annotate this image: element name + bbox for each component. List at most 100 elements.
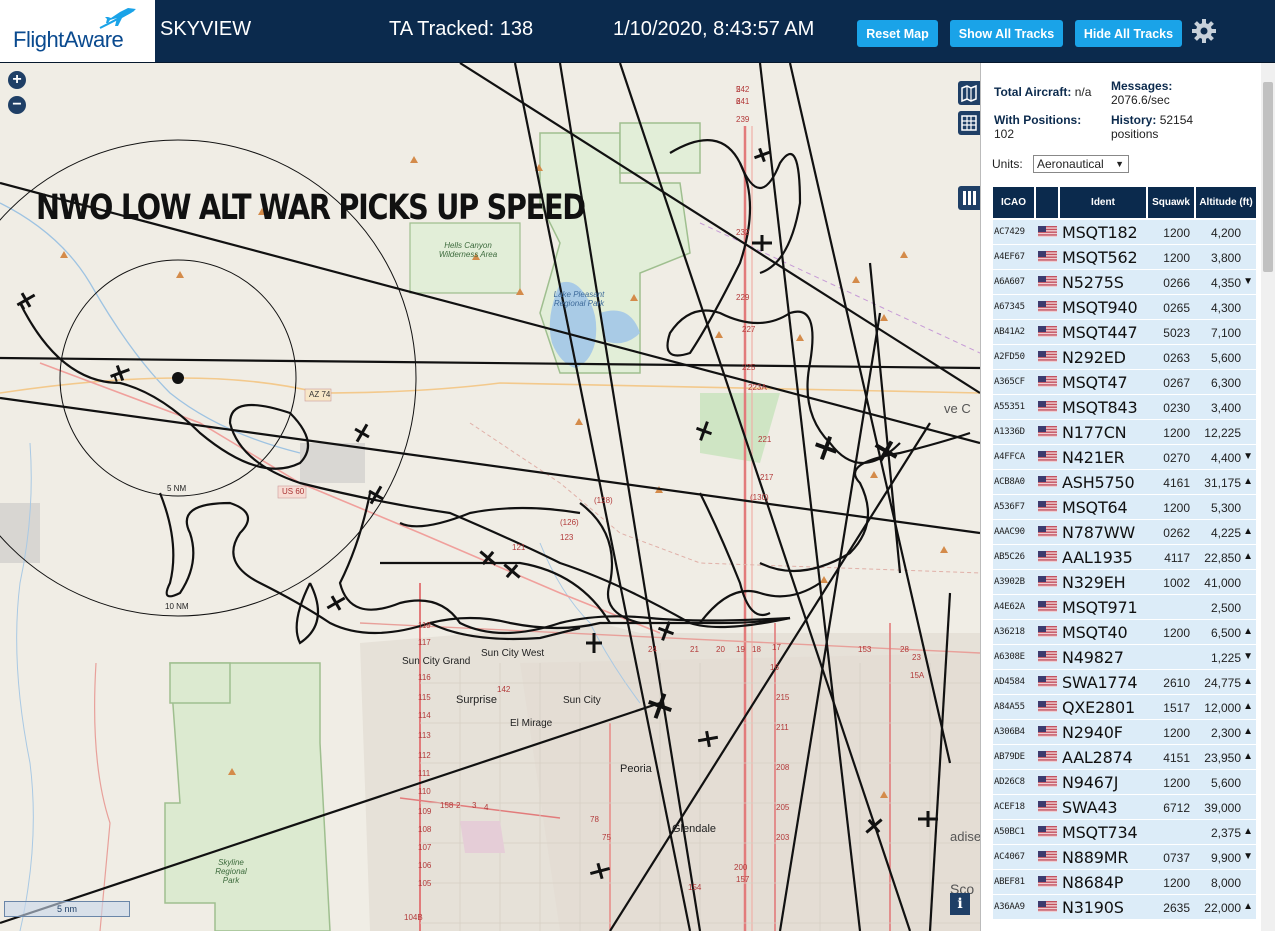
table-row[interactable]: A36218 MSQT40 1200 6,500 ▲ [993,620,1256,645]
table-row[interactable]: AC4067 N889MR 0737 9,900 ▼ [993,845,1256,870]
table-row[interactable]: A365CF MSQT47 0267 6,300 [993,370,1256,395]
us-flag-icon [1038,701,1057,712]
zoom-in-button[interactable]: + [8,71,26,89]
plane-logo-icon [99,8,136,29]
col-header-altitude[interactable]: Altitude (ft) [1196,187,1256,218]
col-header-flag[interactable] [1036,187,1058,218]
row-icao: A365CF [994,377,1025,387]
row-squawk: 0737 [1163,851,1190,865]
row-ident: MSQT734 [1062,823,1138,842]
row-squawk: 1002 [1163,576,1190,590]
reset-map-button[interactable]: Reset Map [857,20,938,47]
row-squawk: 2610 [1163,676,1190,690]
show-all-tracks-button[interactable]: Show All Tracks [950,20,1063,47]
row-altitude: 8,000 [1210,876,1241,890]
table-row[interactable]: A6A607 N5275S 0266 4,350 ▼ [993,270,1256,295]
headline-overlay: NWO LOW ALT WAR PICKS UP SPEED [36,188,586,228]
table-row[interactable]: A55351 MSQT843 0230 3,400 [993,395,1256,420]
table-row[interactable]: A50BC1 MSQT734 2,375 ▲ [993,820,1256,845]
park-skyline: Skyline Regional Park [215,858,247,885]
row-ident: MSQT40 [1062,623,1128,642]
row-icao: ACEF18 [994,802,1025,812]
us-flag-icon [1038,476,1057,487]
table-row[interactable]: A67345 MSQT940 0265 4,300 [993,295,1256,320]
table-row[interactable]: A36AA9 N3190S 2635 22,000 ▲ [993,895,1256,920]
route-number-label: 227 [742,325,756,334]
row-altitude: 2,375 [1210,826,1241,840]
row-altitude: 2,500 [1210,601,1241,615]
table-row[interactable]: AC7429 MSQT182 1200 4,200 [993,220,1256,245]
route-number-label: 157 [736,875,750,884]
table-row[interactable]: A4EF67 MSQT562 1200 3,800 [993,245,1256,270]
town-glendale: Glendale [672,823,717,835]
row-altitude: 3,800 [1210,251,1241,265]
table-row[interactable]: A536F7 MSQT64 1200 5,300 [993,495,1256,520]
row-ident: MSQT940 [1062,298,1138,317]
row-ident: N889MR [1062,848,1129,867]
row-ident: QXE2801 [1062,698,1135,717]
table-row[interactable]: ACB8A0 ASH5750 4161 31,175 ▲ [993,470,1256,495]
row-squawk: 1200 [1163,251,1190,265]
us-flag-icon [1038,651,1057,662]
town-surprise: Surprise [456,694,497,706]
table-row[interactable]: AD4584 SWA1774 2610 24,775 ▲ [993,670,1256,695]
table-row[interactable]: A306B4 N2940F 1200 2,300 ▲ [993,720,1256,745]
row-icao: AD26C8 [994,777,1025,787]
row-icao: A6308E [994,652,1025,662]
row-altitude: 3,400 [1210,401,1241,415]
table-row[interactable]: ACEF18 SWA43 6712 39,000 [993,795,1256,820]
messages-label: Messages: [1111,79,1173,93]
row-ident: N292ED [1062,348,1126,367]
table-row[interactable]: A2FD50 N292ED 0263 5,600 [993,345,1256,370]
route-number-label: 107 [418,843,432,852]
route-number-label: 110 [418,787,431,796]
map-area[interactable]: + − NWO LOW ALT WAR PICKS UP SPEED 5 NM … [0,63,980,931]
row-squawk: 1200 [1163,776,1190,790]
row-altitude-trend: ▲ [1243,726,1253,737]
info-button[interactable]: i [950,893,970,915]
table-row[interactable]: AAAC90 N787WW 0262 4,225 ▲ [993,520,1256,545]
units-select[interactable]: Aeronautical ▼ [1033,155,1129,173]
table-row[interactable]: AB41A2 MSQT447 5023 7,100 [993,320,1256,345]
ring-label-10nm: 10 NM [165,602,189,611]
table-row[interactable]: ABEF81 N8684P 1200 8,000 [993,870,1256,895]
hide-all-tracks-button[interactable]: Hide All Tracks [1075,20,1182,47]
sidebar-scroll-thumb[interactable] [1263,82,1273,272]
row-squawk: 1200 [1163,726,1190,740]
route-number-label: 106 [418,861,432,870]
table-row[interactable]: AB5C26 AAL1935 4117 22,850 ▲ [993,545,1256,570]
route-number-label: 21 [690,645,699,654]
with-positions-value: 102 [994,127,1015,141]
table-row[interactable]: A4E62A MSQT971 2,500 [993,595,1256,620]
table-row[interactable]: A1336D N177CN 1200 12,225 [993,420,1256,445]
map-layers-button[interactable] [958,81,980,105]
row-ident: N49827 [1062,648,1124,667]
gear-icon[interactable] [1191,18,1217,44]
town-paradise: adise [950,829,980,844]
col-header-ident[interactable]: Ident [1060,187,1146,218]
route-number-label: 232 [736,228,750,237]
route-number-label: 142 [497,685,511,694]
table-row[interactable]: AB79DE AAL2874 4151 23,950 ▲ [993,745,1256,770]
row-icao: A4E62A [994,602,1025,612]
table-row[interactable]: A6308E N49827 1,225 ▼ [993,645,1256,670]
grid-toggle-button[interactable] [958,111,980,135]
map-icon [961,84,977,103]
table-row[interactable]: A3902B N329EH 1002 41,000 [993,570,1256,595]
row-squawk: 1200 [1163,626,1190,640]
zoom-out-button[interactable]: − [8,96,26,114]
route-number-label: 119 [418,621,431,630]
row-ident: N421ER [1062,448,1125,467]
columns-toggle-button[interactable] [958,186,980,210]
table-row[interactable]: AD26C8 N9467J 1200 5,600 [993,770,1256,795]
col-header-icao[interactable]: ICAO [993,187,1034,218]
us-flag-icon [1038,276,1057,287]
row-altitude: 22,850 [1204,551,1241,565]
row-altitude-trend: ▲ [1243,626,1253,637]
col-header-squawk[interactable]: Squawk [1148,187,1194,218]
table-row[interactable]: A84A55 QXE2801 1517 12,000 ▲ [993,695,1256,720]
table-row[interactable]: A4FFCA N421ER 0270 4,400 ▼ [993,445,1256,470]
flightaware-logo[interactable]: FlightAware [0,0,155,62]
route-number-label: 229 [736,293,750,302]
route-number-label: 6 [736,97,741,106]
